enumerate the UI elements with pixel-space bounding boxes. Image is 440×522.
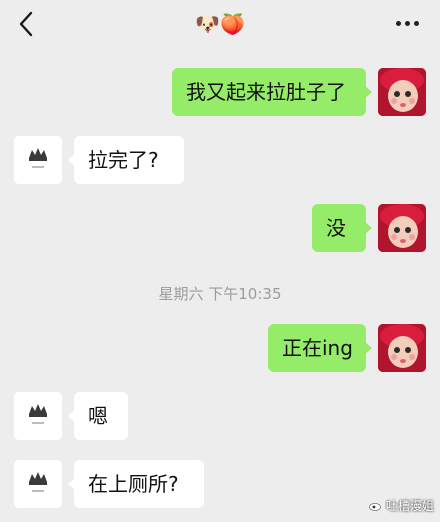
chat-timestamp: 星期六 下午10:35 (158, 285, 282, 303)
message-text: 没 (326, 216, 346, 240)
message-bubble-received[interactable]: 在上厕所? (68, 460, 204, 508)
my-avatar[interactable] (378, 204, 426, 252)
more-options-icon[interactable] (394, 12, 422, 34)
chat-header: 🐶🍑 (0, 0, 440, 50)
watermark-text: 吐槽漫姐 (385, 499, 434, 513)
weibo-watermark: 吐槽漫姐 (369, 497, 434, 514)
message-bubble-sent[interactable]: 没 (312, 204, 372, 252)
contact-avatar[interactable] (14, 136, 62, 184)
message-bubble-received[interactable]: 嗯 (68, 392, 128, 440)
message-bubble-sent[interactable]: 正在ing (268, 324, 372, 372)
baby-doll-avatar-icon (378, 324, 426, 372)
my-avatar[interactable] (378, 324, 426, 372)
contact-avatar[interactable] (14, 460, 62, 508)
baby-doll-avatar-icon (378, 68, 426, 116)
weibo-logo-icon (369, 503, 381, 511)
message-text: 在上厕所? (88, 472, 179, 496)
contact-avatar[interactable] (14, 392, 62, 440)
crown-logo-icon (14, 460, 62, 508)
message-text: 我又起来拉肚子了 (186, 80, 346, 104)
chat-title: 🐶🍑 (195, 12, 245, 36)
message-text: 正在ing (282, 336, 353, 360)
crown-logo-icon (14, 392, 62, 440)
message-bubble-received[interactable]: 拉完了? (68, 136, 184, 184)
my-avatar[interactable] (378, 68, 426, 116)
baby-doll-avatar-icon (378, 204, 426, 252)
message-bubble-sent[interactable]: 我又起来拉肚子了 (172, 68, 372, 116)
message-text: 嗯 (88, 404, 108, 428)
message-text: 拉完了? (88, 148, 159, 172)
crown-logo-icon (14, 136, 62, 184)
